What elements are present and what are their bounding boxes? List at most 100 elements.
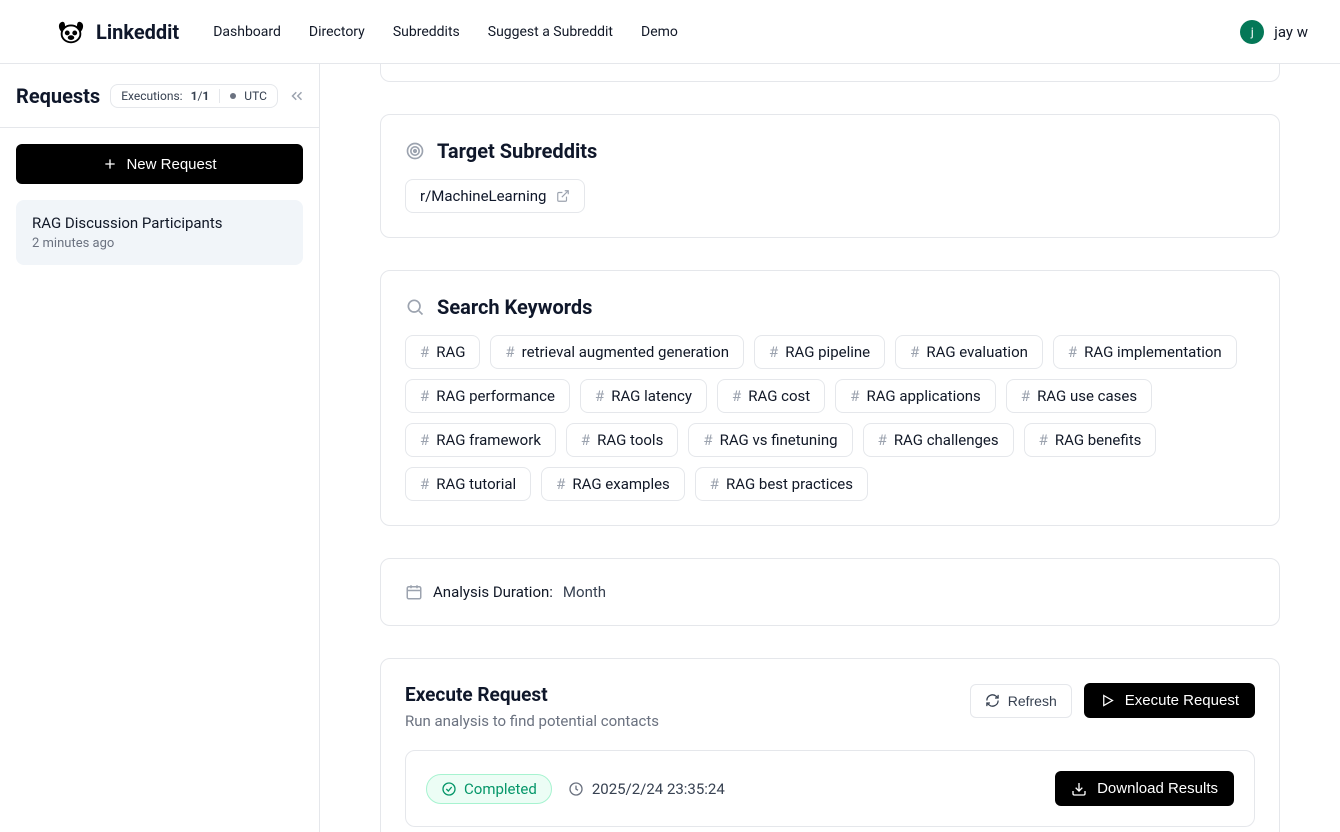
keyword-label: RAG tools <box>597 431 663 449</box>
keyword-label: RAG latency <box>611 387 692 405</box>
target-icon <box>405 141 425 161</box>
avatar: j <box>1240 20 1264 44</box>
executions-label: Executions: <box>121 89 182 103</box>
keyword-chip[interactable]: # RAG tutorial <box>405 467 531 501</box>
nav-subreddits[interactable]: Subreddits <box>393 24 460 40</box>
execute-subtitle: Run analysis to find potential contacts <box>405 712 659 730</box>
keyword-label: RAG framework <box>436 431 541 449</box>
topbar: Linkeddit Dashboard Directory Subreddits… <box>0 0 1340 64</box>
keyword-chip[interactable]: #RAG examples <box>541 467 685 501</box>
sidebar-title: Requests <box>16 84 100 108</box>
keyword-label: RAG pipeline <box>785 343 870 361</box>
hash-icon: # <box>878 431 887 449</box>
keyword-chip[interactable]: # RAG <box>405 335 480 369</box>
request-item-title: RAG Discussion Participants <box>32 214 287 232</box>
duration-label: Analysis Duration: <box>433 583 553 601</box>
execute-request-button[interactable]: Execute Request <box>1084 683 1255 718</box>
dot-icon <box>230 93 236 99</box>
hash-icon: # <box>581 431 590 449</box>
keyword-chip[interactable]: #RAG best practices <box>695 467 868 501</box>
download-label: Download Results <box>1097 780 1218 797</box>
sidebar-body: New Request RAG Discussion Participants … <box>0 128 319 281</box>
previous-card-fragment <box>380 64 1280 82</box>
subreddit-chip-row: r/MachineLearning <box>405 179 1255 213</box>
divider <box>219 89 220 103</box>
timestamp-value: 2025/2/24 23:35:24 <box>592 780 725 798</box>
collapse-sidebar-button[interactable] <box>288 87 306 105</box>
brand[interactable]: Linkeddit <box>56 18 179 46</box>
execute-request-card: Execute Request Run analysis to find pot… <box>380 658 1280 832</box>
keyword-chip[interactable]: # RAG cost <box>717 379 825 413</box>
hash-icon: # <box>505 343 514 361</box>
clock-icon <box>568 781 584 797</box>
hash-icon: # <box>420 343 429 361</box>
keyword-chip[interactable]: #RAG challenges <box>863 423 1014 457</box>
play-icon <box>1100 693 1115 708</box>
keyword-chip[interactable]: #RAG evaluation <box>895 335 1043 369</box>
keyword-chip[interactable]: #RAG framework <box>405 423 556 457</box>
keyword-label: RAG benefits <box>1055 431 1141 449</box>
hash-icon: # <box>732 387 741 405</box>
hash-icon: # <box>1021 387 1030 405</box>
nav-directory[interactable]: Directory <box>309 24 365 40</box>
keyword-label: RAG performance <box>436 387 555 405</box>
result-card: Completed 2025/2/24 23:35:24 Download Re… <box>405 750 1255 827</box>
request-item[interactable]: RAG Discussion Participants 2 minutes ag… <box>16 200 303 265</box>
nav-dashboard[interactable]: Dashboard <box>213 24 281 40</box>
duration-value: Month <box>563 583 606 601</box>
hash-icon: # <box>703 431 712 449</box>
calendar-icon <box>405 583 423 601</box>
plus-icon <box>102 156 118 172</box>
subreddit-chip[interactable]: r/MachineLearning <box>405 179 585 213</box>
request-item-time: 2 minutes ago <box>32 236 287 251</box>
keyword-chip[interactable]: # RAG vs finetuning <box>688 423 852 457</box>
target-subreddits-title: Target Subreddits <box>437 139 597 163</box>
status-pill: Completed <box>426 774 552 804</box>
keyword-label: RAG vs finetuning <box>720 431 838 449</box>
check-circle-icon <box>441 781 457 797</box>
hash-icon: # <box>769 343 778 361</box>
keyword-chip[interactable]: #RAG latency <box>580 379 707 413</box>
chevron-double-left-icon <box>288 87 306 105</box>
nav-suggest[interactable]: Suggest a Subreddit <box>488 24 613 40</box>
keyword-chip[interactable]: # RAG pipeline <box>754 335 885 369</box>
search-icon <box>405 297 425 317</box>
nav-demo[interactable]: Demo <box>641 24 678 40</box>
user-menu[interactable]: j jay w <box>1240 20 1308 44</box>
brand-name: Linkeddit <box>96 20 179 44</box>
executions-pill[interactable]: Executions: 1/1 UTC <box>110 84 278 108</box>
subreddit-label: r/MachineLearning <box>420 187 546 205</box>
hash-icon: # <box>910 343 919 361</box>
executions-count: 1/1 <box>191 89 210 103</box>
download-results-button[interactable]: Download Results <box>1055 771 1234 806</box>
keyword-label: RAG <box>436 343 465 361</box>
keyword-label: RAG implementation <box>1084 343 1222 361</box>
keyword-chip[interactable]: # RAG implementation <box>1053 335 1237 369</box>
keyword-chip[interactable]: # RAG tools <box>566 423 678 457</box>
keyword-chip[interactable]: #RAG applications <box>835 379 996 413</box>
keyword-chip[interactable]: #RAG use cases <box>1006 379 1152 413</box>
refresh-icon <box>985 693 1000 708</box>
execute-title: Execute Request <box>405 683 659 706</box>
keyword-label: RAG cost <box>748 387 810 405</box>
main-content[interactable]: Target Subreddits r/MachineLearning Sear… <box>320 64 1340 832</box>
analysis-duration-card: Analysis Duration: Month <box>380 558 1280 626</box>
refresh-button[interactable]: Refresh <box>970 684 1072 718</box>
target-subreddits-card: Target Subreddits r/MachineLearning <box>380 114 1280 238</box>
hash-icon: # <box>1068 343 1077 361</box>
new-request-label: New Request <box>126 156 216 173</box>
new-request-button[interactable]: New Request <box>16 144 303 184</box>
hash-icon: # <box>420 475 429 493</box>
keyword-label: RAG examples <box>572 475 669 493</box>
result-timestamp: 2025/2/24 23:35:24 <box>568 780 725 798</box>
search-keywords-card: Search Keywords #RAG#retrieval augmented… <box>380 270 1280 526</box>
keyword-chip[interactable]: #retrieval augmented generation <box>490 335 744 369</box>
keyword-chip[interactable]: #RAG benefits <box>1024 423 1157 457</box>
hash-icon: # <box>850 387 859 405</box>
timezone-label: UTC <box>244 89 267 103</box>
sidebar: Requests Executions: 1/1 UTC New Request… <box>0 64 320 832</box>
keyword-chip[interactable]: #RAG performance <box>405 379 570 413</box>
execute-request-label: Execute Request <box>1125 692 1239 709</box>
keyword-label: RAG tutorial <box>436 475 516 493</box>
logo-icon <box>56 18 86 46</box>
